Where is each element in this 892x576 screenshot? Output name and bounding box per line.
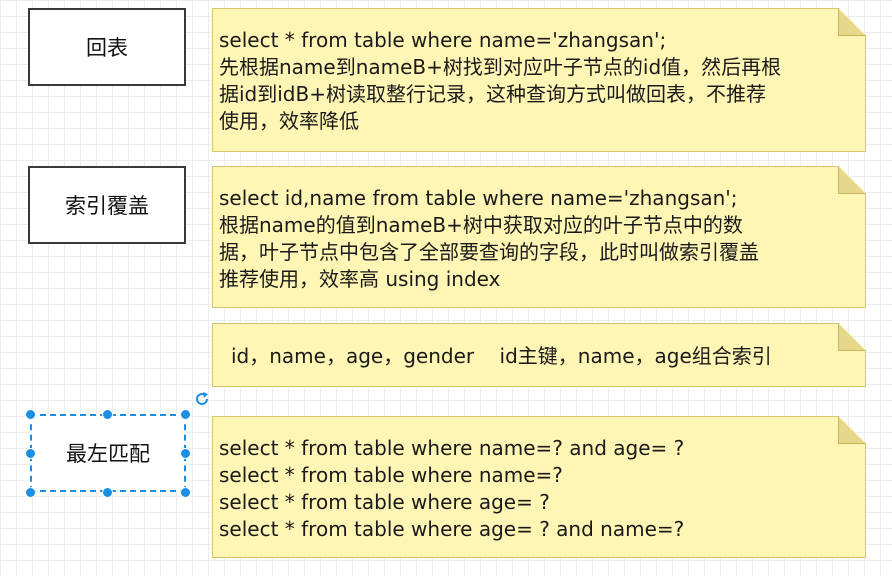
note-back-to-table[interactable]: select * from table where name='zhangsan…: [212, 8, 866, 152]
resize-handle[interactable]: [102, 409, 113, 420]
label-text: 回表: [86, 36, 128, 60]
note-line: select * from table where name=?: [219, 463, 563, 487]
resize-handle[interactable]: [180, 487, 191, 498]
resize-handle[interactable]: [180, 448, 191, 459]
note-line: 据id到idB+树读取整行记录，这种查询方式叫做回表，不推荐: [219, 82, 766, 106]
note-text: select id,name from table where name='zh…: [219, 185, 855, 293]
note-line: id，name，age，gender id主键，name，age组合索引: [231, 344, 772, 368]
note-leftmost-prefix[interactable]: select * from table where name=? and age…: [212, 416, 866, 558]
note-line: 使用，效率降低: [219, 109, 359, 133]
note-line: select * from table where age= ? and nam…: [219, 517, 685, 541]
note-text: id，name，age，gender id主键，name，age组合索引: [231, 343, 855, 370]
resize-handle[interactable]: [180, 409, 191, 420]
note-columns[interactable]: id，name，age，gender id主键，name，age组合索引: [212, 323, 866, 387]
note-line: select * from table where name='zhangsan…: [219, 28, 667, 52]
note-text: select * from table where name=? and age…: [219, 435, 855, 543]
note-text: select * from table where name='zhangsan…: [219, 27, 855, 135]
note-line: 推荐使用，效率高 using index: [219, 267, 501, 291]
resize-handle[interactable]: [25, 448, 36, 459]
resize-handle[interactable]: [102, 487, 113, 498]
note-line: select * from table where age= ?: [219, 490, 550, 514]
resize-handle[interactable]: [25, 409, 36, 420]
label-text: 索引覆盖: [65, 194, 149, 218]
note-line: select id,name from table where name='zh…: [219, 186, 738, 210]
rotate-icon[interactable]: [193, 390, 211, 408]
label-box-back-to-table[interactable]: 回表: [28, 8, 186, 86]
note-line: 先根据name到nameB+树找到对应叶子节点的id值，然后再根: [219, 55, 782, 79]
label-box-covering-index[interactable]: 索引覆盖: [28, 166, 186, 244]
label-text: 最左匹配: [66, 442, 150, 466]
resize-handle[interactable]: [25, 487, 36, 498]
note-line: 据，叶子节点中包含了全部要查询的字段，此时叫做索引覆盖: [219, 240, 759, 264]
note-line: select * from table where name=? and age…: [219, 436, 685, 460]
label-box-leftmost-prefix[interactable]: 最左匹配: [30, 414, 186, 492]
note-covering-index[interactable]: select id,name from table where name='zh…: [212, 166, 866, 308]
note-line: 根据name的值到nameB+树中获取对应的叶子节点中的数: [219, 213, 743, 237]
